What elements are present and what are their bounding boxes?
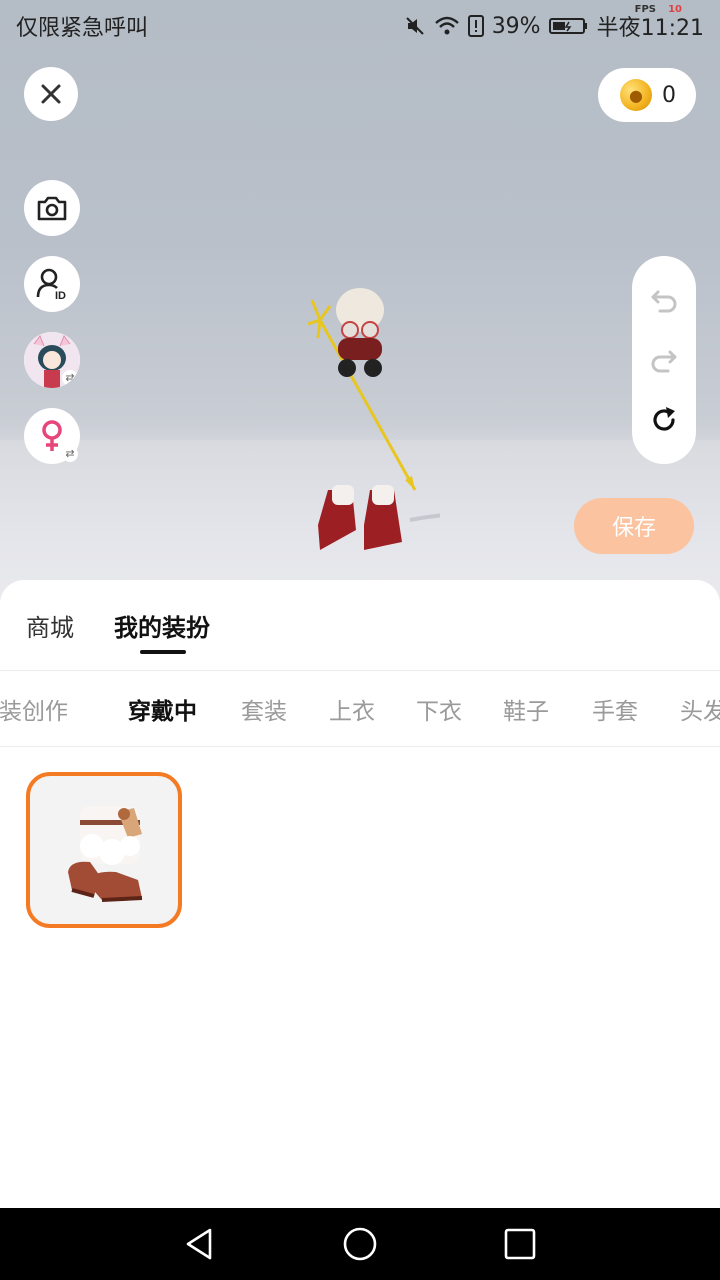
category-bottoms[interactable]: 下衣 <box>416 692 462 726</box>
category-bar: 服装创作 穿戴中 套装 上衣 下衣 鞋子 手套 头发 <box>0 670 720 746</box>
tab-my-outfit[interactable]: 我的装扮 <box>114 608 210 643</box>
redo-icon[interactable] <box>648 344 680 376</box>
coin-count: 0 <box>662 82 676 108</box>
status-bar: 仅限紧急呼叫 FPS 10 39% 半夜11:21 <box>0 0 720 50</box>
save-button[interactable]: 保存 <box>574 498 694 554</box>
wardrobe-panel: 商城 我的装扮 服装创作 穿戴中 套装 上衣 下衣 鞋子 手套 头发 <box>0 580 720 1208</box>
back-icon[interactable] <box>182 1226 218 1262</box>
category-wearing[interactable]: 穿戴中 <box>128 692 197 726</box>
category-clothing-create[interactable]: 服装创作 <box>0 692 68 726</box>
swap-icon: ⇄ <box>62 446 78 462</box>
tab-indicator <box>140 650 186 654</box>
reset-icon[interactable] <box>648 404 680 436</box>
category-divider <box>0 746 720 747</box>
outfit-item-card[interactable] <box>26 772 182 928</box>
category-sets[interactable]: 套装 <box>241 692 287 726</box>
avatar-model <box>307 288 440 550</box>
svg-text:ID: ID <box>55 290 66 301</box>
boots-item-image <box>68 806 143 902</box>
battery-percent: 39% <box>491 13 541 39</box>
camera-icon <box>37 196 67 221</box>
tab-shop[interactable]: 商城 <box>26 608 74 643</box>
coin-balance[interactable]: ● 0 <box>598 68 696 122</box>
swap-icon: ⇄ <box>62 370 78 386</box>
clock: 半夜11:21 <box>596 16 704 41</box>
user-id-icon: ID <box>36 268 66 301</box>
history-panel <box>632 256 696 464</box>
carrier-text: 仅限紧急呼叫 <box>16 16 149 41</box>
category-shoes[interactable]: 鞋子 <box>503 692 549 726</box>
home-icon[interactable] <box>342 1226 378 1262</box>
recents-icon[interactable] <box>502 1226 538 1262</box>
status-right: 39% 半夜11:21 <box>404 10 704 42</box>
system-nav-bar <box>0 1208 720 1280</box>
gender-switch-button[interactable]: ⇄ <box>24 408 80 464</box>
female-gender-icon <box>42 420 62 451</box>
category-hair[interactable]: 头发 <box>680 692 720 726</box>
avatar-switch-button[interactable]: ⇄ <box>24 332 80 388</box>
category-gloves[interactable]: 手套 <box>592 692 638 726</box>
user-id-button[interactable]: ID <box>24 256 80 312</box>
camera-button[interactable] <box>24 180 80 236</box>
coin-icon: ● <box>620 79 652 111</box>
close-icon <box>41 84 61 104</box>
category-tops[interactable]: 上衣 <box>329 692 375 726</box>
wifi-icon <box>434 16 459 35</box>
mute-icon <box>405 17 424 35</box>
battery-icon <box>548 18 587 34</box>
close-button[interactable] <box>24 67 78 121</box>
undo-icon[interactable] <box>648 284 680 316</box>
sim-alert-icon <box>467 15 484 37</box>
